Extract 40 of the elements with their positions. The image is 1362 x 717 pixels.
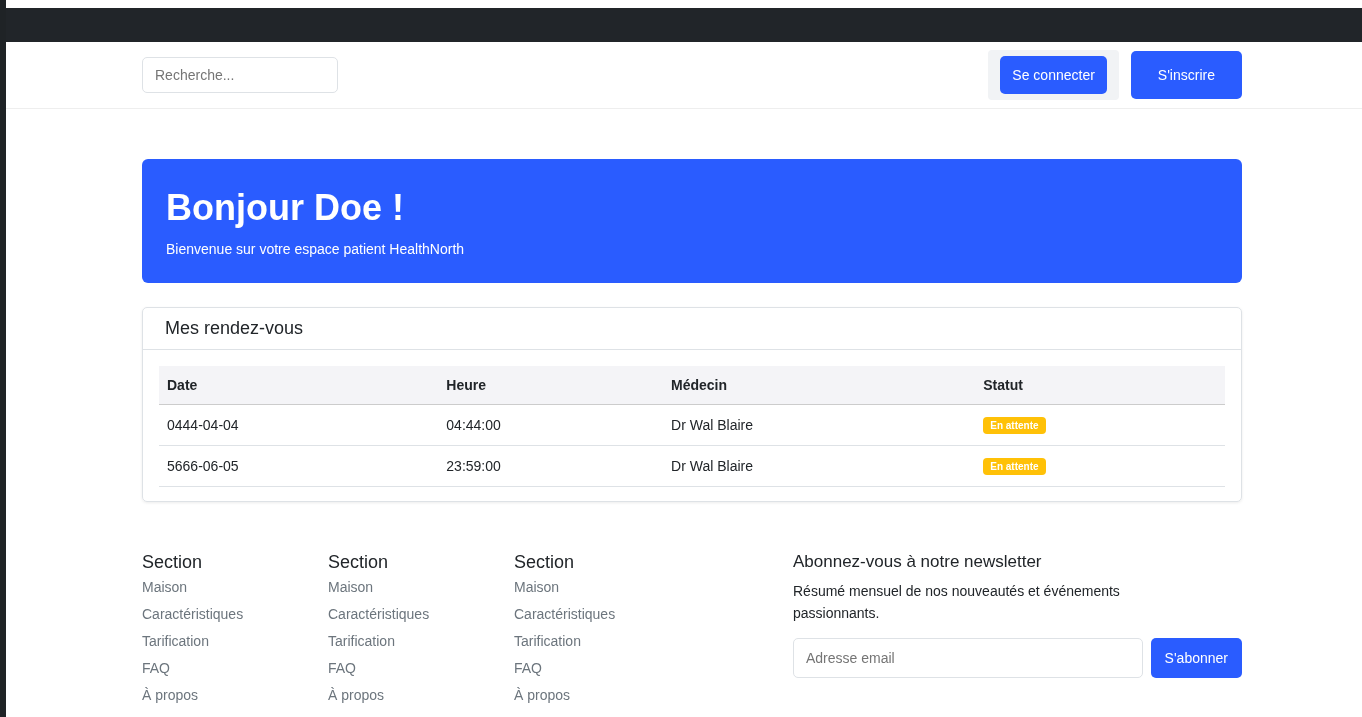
table-cell: Dr Wal Blaire xyxy=(663,445,976,487)
login-button[interactable]: Se connecter xyxy=(1000,56,1107,94)
footer-heading: Section xyxy=(514,552,576,573)
status-badge: En attente xyxy=(983,417,1046,434)
status-badge: En attente xyxy=(983,458,1046,475)
footer-link[interactable]: FAQ xyxy=(514,660,700,676)
footer-heading: Section xyxy=(328,552,390,573)
table-cell: 0444-04-04 xyxy=(159,404,439,446)
column-header: Date xyxy=(159,366,439,405)
newsletter-text: Résumé mensuel de nos nouveautés et événements passionnants. xyxy=(793,582,1121,624)
footer-link[interactable]: FAQ xyxy=(328,660,514,676)
table-cell: 5666-06-05 xyxy=(159,445,439,487)
column-header: Statut xyxy=(975,366,1225,405)
table-cell: 04:44:00 xyxy=(438,404,664,446)
welcome-subtitle: Bienvenue sur votre espace patient HealthNorth xyxy=(166,241,466,257)
email-field[interactable]: Adresse email xyxy=(793,637,1143,678)
search-field[interactable]: Recherche... xyxy=(142,57,338,93)
footer-link[interactable]: Maison xyxy=(328,579,514,595)
column-header: Médecin xyxy=(663,366,976,405)
footer-link[interactable]: Tarification xyxy=(142,633,328,649)
footer-link[interactable]: À propos xyxy=(142,687,328,703)
card-title: Mes rendez-vous xyxy=(143,308,1241,350)
footer-heading: Section xyxy=(142,552,204,573)
footer-link[interactable]: Caractéristiques xyxy=(142,606,328,622)
column-header: Heure xyxy=(438,366,664,405)
footer-link[interactable]: Maison xyxy=(514,579,700,595)
footer-link[interactable]: Maison xyxy=(142,579,328,595)
subscribe-button[interactable]: S'abonner xyxy=(1150,637,1242,678)
welcome-title: Bonjour Doe ! xyxy=(166,187,404,229)
footer-link[interactable]: À propos xyxy=(328,687,514,703)
footer-link[interactable]: Caractéristiques xyxy=(514,606,700,622)
table-cell: Dr Wal Blaire xyxy=(663,404,976,446)
newsletter-title: Abonnez-vous à notre newsletter xyxy=(793,552,1043,572)
table-cell: 23:59:00 xyxy=(438,445,664,487)
footer-link[interactable]: Tarification xyxy=(514,633,700,649)
footer-link[interactable]: Tarification xyxy=(328,633,514,649)
signup-button[interactable]: S'inscrire xyxy=(1130,51,1242,99)
footer-link[interactable]: À propos xyxy=(514,687,700,703)
footer-link[interactable]: Caractéristiques xyxy=(328,606,514,622)
footer-link[interactable]: FAQ xyxy=(142,660,328,676)
